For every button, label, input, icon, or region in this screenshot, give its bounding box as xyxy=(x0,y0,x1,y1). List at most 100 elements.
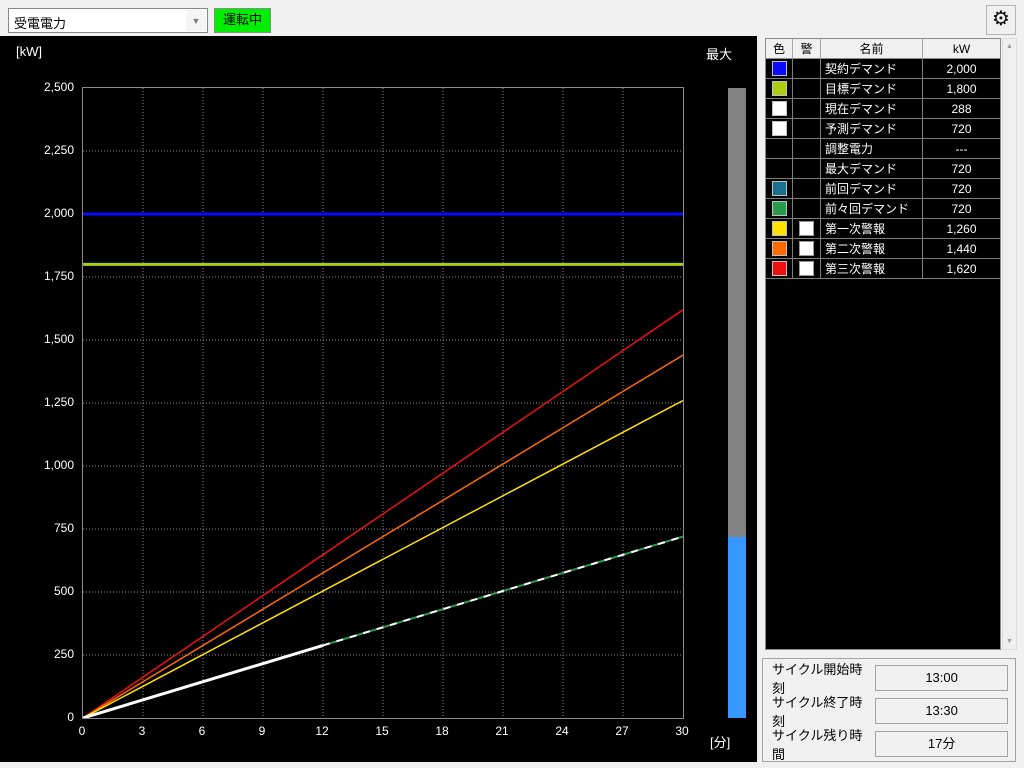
y-axis-unit-label: [kW] xyxy=(16,44,42,59)
x-tick-label: 9 xyxy=(245,724,279,738)
plot-svg xyxy=(83,88,683,718)
table-row[interactable]: 最大デマンド720 xyxy=(766,159,1000,179)
table-row[interactable]: 契約デマンド2,000 xyxy=(766,59,1000,79)
y-tick-label: 2,000 xyxy=(4,206,74,220)
y-tick-label: 1,750 xyxy=(4,269,74,283)
color-cell xyxy=(766,59,793,78)
operation-status-button[interactable]: 運転中 xyxy=(214,8,271,33)
kw-value-cell: 720 xyxy=(923,119,1000,138)
alarm-cell xyxy=(793,139,821,158)
x-tick-label: 21 xyxy=(485,724,519,738)
cycle-remaining-value: 17分 xyxy=(875,731,1008,757)
x-tick-label: 30 xyxy=(665,724,699,738)
color-swatch xyxy=(772,101,787,116)
series-name-cell: 前々回デマンド xyxy=(821,199,923,218)
kw-value-cell: 720 xyxy=(923,199,1000,218)
table-row[interactable]: 予測デマンド720 xyxy=(766,119,1000,139)
series-name-cell: 第二次警報 xyxy=(821,239,923,258)
color-cell xyxy=(766,139,793,158)
cycle-remaining-row: サイクル残り時間 17分 xyxy=(772,731,1008,757)
x-tick-label: 27 xyxy=(605,724,639,738)
table-header-kw: kW xyxy=(923,39,1000,58)
color-swatch xyxy=(772,261,787,276)
alarm-cell xyxy=(793,239,821,258)
table-row[interactable]: 前々回デマンド720 xyxy=(766,199,1000,219)
color-swatch xyxy=(772,181,787,196)
kw-value-cell: 288 xyxy=(923,99,1000,118)
color-cell xyxy=(766,219,793,238)
alarm-checkbox[interactable] xyxy=(799,241,814,256)
x-tick-label: 24 xyxy=(545,724,579,738)
x-axis-unit-label: [分] xyxy=(710,732,730,751)
channel-select[interactable]: 受電電力 ▼ xyxy=(8,8,208,33)
x-tick-label: 12 xyxy=(305,724,339,738)
color-cell xyxy=(766,239,793,258)
table-row[interactable]: 調整電力--- xyxy=(766,139,1000,159)
table-row[interactable]: 第三次警報1,620 xyxy=(766,259,1000,279)
table-header-color: 色 xyxy=(766,39,793,58)
kw-value-cell: 720 xyxy=(923,159,1000,178)
table-row[interactable]: 第二次警報1,440 xyxy=(766,239,1000,259)
app-window: 受電電力 ▼ 運転中 ⚙ [kW] 最大 [分] 02505007501,000… xyxy=(0,0,1024,768)
table-row[interactable]: 第一次警報1,260 xyxy=(766,219,1000,239)
alarm-cell xyxy=(793,79,821,98)
color-cell xyxy=(766,79,793,98)
cycle-end-row: サイクル終了時刻 13:30 xyxy=(772,698,1008,724)
kw-value-cell: 1,440 xyxy=(923,239,1000,258)
scroll-up-icon[interactable]: ▲ xyxy=(1003,43,1016,50)
alarm-checkbox[interactable] xyxy=(799,221,814,236)
kw-value-cell: --- xyxy=(923,139,1000,158)
alarm-cell xyxy=(793,59,821,78)
y-tick-label: 250 xyxy=(4,647,74,661)
color-swatch xyxy=(772,221,787,236)
table-row[interactable]: 目標デマンド1,800 xyxy=(766,79,1000,99)
chart-panel: [kW] 最大 [分] 02505007501,0001,2501,5001,7… xyxy=(0,36,757,762)
color-cell xyxy=(766,159,793,178)
table-header-name: 名前 xyxy=(821,39,923,58)
color-cell xyxy=(766,259,793,278)
max-bar-label: 最大 xyxy=(706,44,732,63)
color-swatch xyxy=(772,201,787,216)
demand-legend-table: 色 警 名前 kW 契約デマンド2,000目標デマンド1,800現在デマンド28… xyxy=(765,38,1001,650)
x-tick-label: 18 xyxy=(425,724,459,738)
kw-value-cell: 1,800 xyxy=(923,79,1000,98)
cycle-start-row: サイクル開始時刻 13:00 xyxy=(772,665,1008,691)
series-name-cell: 予測デマンド xyxy=(821,119,923,138)
alarm-checkbox[interactable] xyxy=(799,261,814,276)
y-tick-label: 750 xyxy=(4,521,74,535)
series-name-cell: 第三次警報 xyxy=(821,259,923,278)
color-swatch xyxy=(772,81,787,96)
dropdown-arrow-icon[interactable]: ▼ xyxy=(186,10,206,31)
x-tick-label: 0 xyxy=(65,724,99,738)
series-name-cell: 前回デマンド xyxy=(821,179,923,198)
color-swatch xyxy=(772,241,787,256)
table-scrollbar[interactable]: ▲ ▼ xyxy=(1002,38,1017,650)
cycle-remaining-label: サイクル残り時間 xyxy=(772,725,875,763)
channel-select-value: 受電電力 xyxy=(14,13,66,32)
gear-icon: ⚙ xyxy=(992,8,1010,30)
table-header-alarm: 警 xyxy=(793,39,821,58)
cycle-end-value: 13:30 xyxy=(875,698,1008,724)
cycle-start-value: 13:00 xyxy=(875,665,1008,691)
scroll-down-icon[interactable]: ▼ xyxy=(1003,638,1016,645)
max-demand-bar xyxy=(728,88,746,718)
kw-value-cell: 2,000 xyxy=(923,59,1000,78)
kw-value-cell: 1,260 xyxy=(923,219,1000,238)
alarm-cell xyxy=(793,159,821,178)
color-cell xyxy=(766,199,793,218)
table-row[interactable]: 現在デマンド288 xyxy=(766,99,1000,119)
series-name-cell: 調整電力 xyxy=(821,139,923,158)
plot-area xyxy=(82,87,684,719)
alarm-cell xyxy=(793,219,821,238)
max-demand-bar-fill xyxy=(728,537,746,718)
settings-button[interactable]: ⚙ xyxy=(986,5,1016,35)
color-swatch xyxy=(772,61,787,76)
kw-value-cell: 1,620 xyxy=(923,259,1000,278)
table-row[interactable]: 前回デマンド720 xyxy=(766,179,1000,199)
color-cell xyxy=(766,99,793,118)
y-tick-label: 1,000 xyxy=(4,458,74,472)
color-swatch xyxy=(772,121,787,136)
alarm-cell xyxy=(793,119,821,138)
x-tick-label: 3 xyxy=(125,724,159,738)
series-name-cell: 第一次警報 xyxy=(821,219,923,238)
